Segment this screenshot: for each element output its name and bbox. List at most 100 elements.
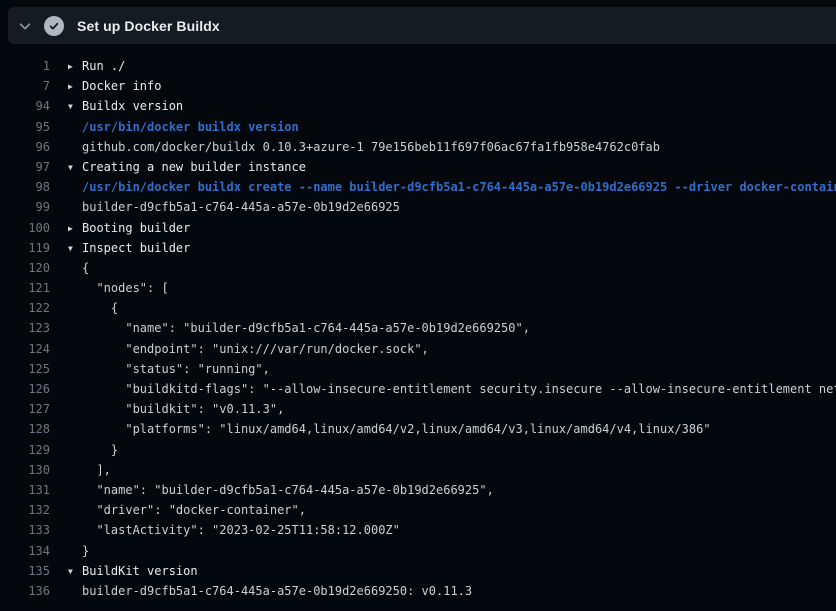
log-line-content: "name": "builder-d9cfb5a1-c764-445a-a57e… <box>68 480 836 500</box>
group-title: Run ./ <box>82 56 125 76</box>
triangle-right-icon[interactable]: ▶ <box>68 77 82 97</box>
line-number[interactable]: 133 <box>0 520 50 540</box>
log-line-content: ], <box>68 460 836 480</box>
line-number[interactable]: 129 <box>0 440 50 460</box>
log-group-row: 94 ▼Buildx version <box>0 96 836 116</box>
log-row: 122 { <box>0 298 836 318</box>
triangle-down-icon[interactable]: ▼ <box>68 562 82 582</box>
group-title: Inspect builder <box>82 238 190 258</box>
log-row: 124 "endpoint": "unix:///var/run/docker.… <box>0 339 836 359</box>
group-title: Docker info <box>82 76 161 96</box>
group-toggle[interactable]: ▼BuildKit version <box>68 561 836 583</box>
group-toggle[interactable]: ▼Creating a new builder instance <box>68 157 836 179</box>
output-text: ], <box>82 460 111 480</box>
log-line-content: /usr/bin/docker buildx version <box>68 117 836 137</box>
output-text: } <box>82 541 89 561</box>
line-number[interactable]: 120 <box>0 258 50 278</box>
output-text: "driver": "docker-container", <box>82 500 306 520</box>
line-number[interactable]: 135 <box>0 561 50 581</box>
log-line-content: "driver": "docker-container", <box>68 500 836 520</box>
line-number[interactable]: 130 <box>0 460 50 480</box>
log-row: 131 "name": "builder-d9cfb5a1-c764-445a-… <box>0 480 836 500</box>
log-row: 129 } <box>0 440 836 460</box>
step-header-set-up-docker-buildx[interactable]: Set up Docker Buildx <box>8 7 836 44</box>
group-title: Buildx version <box>82 96 183 116</box>
line-number[interactable]: 121 <box>0 278 50 298</box>
line-number[interactable]: 132 <box>0 500 50 520</box>
log-row: 95/usr/bin/docker buildx version <box>0 117 836 137</box>
log-line-content: /usr/bin/docker buildx create --name bui… <box>68 177 836 197</box>
triangle-down-icon[interactable]: ▼ <box>68 158 82 178</box>
log-line-content: github.com/docker/buildx 0.10.3+azure-1 … <box>68 137 836 157</box>
log-line-content: "buildkitd-flags": "--allow-insecure-ent… <box>68 379 836 399</box>
triangle-down-icon[interactable]: ▼ <box>68 97 82 117</box>
log-row: 136 builder-d9cfb5a1-c764-445a-a57e-0b19d… <box>0 581 836 601</box>
line-number[interactable]: 119 <box>0 238 50 258</box>
chevron-down-icon[interactable] <box>18 19 32 33</box>
group-toggle[interactable]: ▶Docker info <box>68 76 836 98</box>
line-number[interactable]: 136 <box>0 581 50 601</box>
line-number[interactable]: 98 <box>0 177 50 197</box>
output-text: builder-d9cfb5a1-c764-445a-a57e-0b19d2e6… <box>82 581 472 601</box>
line-number[interactable]: 127 <box>0 399 50 419</box>
line-number[interactable]: 100 <box>0 218 50 238</box>
command-text: /usr/bin/docker buildx create --name bui… <box>82 177 836 197</box>
line-number[interactable]: 94 <box>0 96 50 116</box>
log-group-row: 7 ▶Docker info <box>0 76 836 96</box>
output-text: github.com/docker/buildx 0.10.3+azure-1 … <box>82 137 660 157</box>
output-text: "platforms": "linux/amd64,linux/amd64/v2… <box>82 419 711 439</box>
log-line-content: { <box>68 298 836 318</box>
log-line-content: "status": "running", <box>68 359 836 379</box>
output-text: "buildkitd-flags": "--allow-insecure-ent… <box>82 379 836 399</box>
log-viewer: 1▶Run ./7▶Docker info94▼Buildx version95… <box>0 56 836 601</box>
output-text: { <box>82 258 89 278</box>
log-row: 126 "buildkitd-flags": "--allow-insecure… <box>0 379 836 399</box>
group-toggle[interactable]: ▶Run ./ <box>68 56 836 78</box>
log-line-content: builder-d9cfb5a1-c764-445a-a57e-0b19d2e6… <box>68 581 836 601</box>
log-group-row: 97 ▼Creating a new builder instance <box>0 157 836 177</box>
line-number[interactable]: 134 <box>0 541 50 561</box>
output-text: } <box>82 440 118 460</box>
log-row: 98/usr/bin/docker buildx create --name b… <box>0 177 836 197</box>
line-number[interactable]: 99 <box>0 197 50 217</box>
log-row: 128 "platforms": "linux/amd64,linux/amd6… <box>0 419 836 439</box>
group-toggle[interactable]: ▼Buildx version <box>68 96 836 118</box>
log-row: 130 ], <box>0 460 836 480</box>
line-number[interactable]: 122 <box>0 298 50 318</box>
line-number[interactable]: 131 <box>0 480 50 500</box>
line-number[interactable]: 126 <box>0 379 50 399</box>
log-line-content: } <box>68 541 836 561</box>
line-number[interactable]: 96 <box>0 137 50 157</box>
log-line-content: builder-d9cfb5a1-c764-445a-a57e-0b19d2e6… <box>68 197 836 217</box>
line-number[interactable]: 124 <box>0 339 50 359</box>
log-line-content: "buildkit": "v0.11.3", <box>68 399 836 419</box>
log-line-content: { <box>68 258 836 278</box>
line-number[interactable]: 7 <box>0 76 50 96</box>
log-group-row: 135 ▼BuildKit version <box>0 561 836 581</box>
output-text: { <box>82 298 118 318</box>
output-text: "name": "builder-d9cfb5a1-c764-445a-a57e… <box>82 318 530 338</box>
line-number[interactable]: 97 <box>0 157 50 177</box>
output-text: "status": "running", <box>82 359 270 379</box>
line-number[interactable]: 95 <box>0 117 50 137</box>
line-number[interactable]: 125 <box>0 359 50 379</box>
step-title: Set up Docker Buildx <box>77 18 220 34</box>
log-group-row: 119 ▼Inspect builder <box>0 238 836 258</box>
output-text: "name": "builder-d9cfb5a1-c764-445a-a57e… <box>82 480 494 500</box>
group-title: Creating a new builder instance <box>82 157 306 177</box>
log-line-content: "lastActivity": "2023-02-25T11:58:12.000… <box>68 520 836 540</box>
triangle-right-icon[interactable]: ▶ <box>68 57 82 77</box>
log-line-content: } <box>68 440 836 460</box>
group-toggle[interactable]: ▶Booting builder <box>68 218 836 240</box>
triangle-down-icon[interactable]: ▼ <box>68 239 82 259</box>
line-number[interactable]: 1 <box>0 56 50 76</box>
line-number[interactable]: 123 <box>0 318 50 338</box>
group-title: BuildKit version <box>82 561 198 581</box>
triangle-right-icon[interactable]: ▶ <box>68 219 82 239</box>
check-circle-icon <box>44 16 64 36</box>
output-text: builder-d9cfb5a1-c764-445a-a57e-0b19d2e6… <box>82 197 400 217</box>
log-row: 127 "buildkit": "v0.11.3", <box>0 399 836 419</box>
group-toggle[interactable]: ▼Inspect builder <box>68 238 836 260</box>
line-number[interactable]: 128 <box>0 419 50 439</box>
log-row: 132 "driver": "docker-container", <box>0 500 836 520</box>
